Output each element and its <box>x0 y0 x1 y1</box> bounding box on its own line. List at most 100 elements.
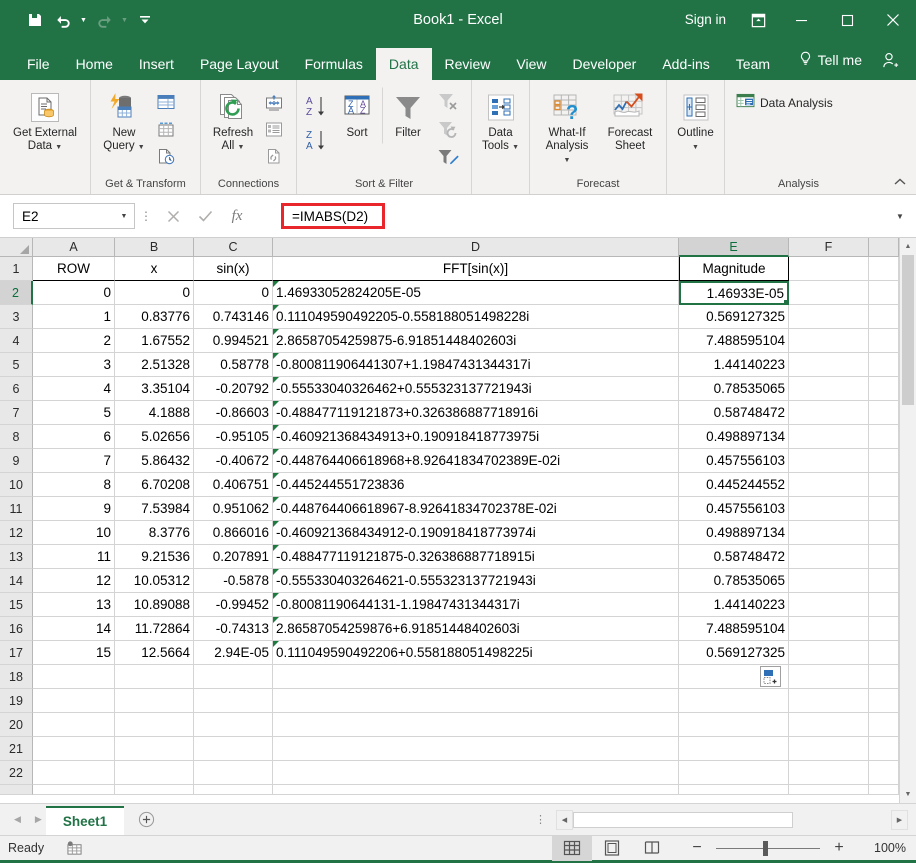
cell-C17[interactable]: 2.94E-05 <box>194 641 273 665</box>
collapse-ribbon-icon[interactable] <box>890 173 910 191</box>
redo-icon[interactable] <box>91 7 117 33</box>
cell-E19[interactable] <box>679 689 789 713</box>
sort-descending-icon[interactable]: ZA <box>302 125 332 155</box>
cell-D17[interactable]: 0.111049590492206+0.558188051498225i <box>273 641 679 665</box>
cell-A4[interactable]: 2 <box>33 329 115 353</box>
cell-A14[interactable]: 12 <box>33 569 115 593</box>
row-header-19[interactable]: 19 <box>0 689 33 713</box>
sort-button[interactable]: Z A A Z Sort <box>332 87 382 144</box>
row-header-4[interactable]: 4 <box>0 329 33 353</box>
cell-A17[interactable]: 15 <box>33 641 115 665</box>
sheet-tab-sheet1[interactable]: Sheet1 <box>45 806 125 835</box>
cell-B10[interactable]: 6.70208 <box>115 473 194 497</box>
sort-ascending-icon[interactable]: AZ <box>302 91 332 121</box>
ribbon-display-options-icon[interactable] <box>738 0 778 40</box>
cell-G12[interactable] <box>869 521 899 545</box>
show-queries-icon[interactable] <box>152 89 180 115</box>
forecast-sheet-button[interactable]: Forecast Sheet <box>599 87 661 157</box>
cell-D8[interactable]: -0.460921368434913+0.190918418773975i <box>273 425 679 449</box>
cell-C22[interactable] <box>194 761 273 785</box>
from-table-icon[interactable] <box>152 116 180 142</box>
zoom-in-button[interactable]: + <box>826 836 852 861</box>
cell-C3[interactable]: 0.743146 <box>194 305 273 329</box>
cell-D13[interactable]: -0.488477119121875-0.326386887718915i <box>273 545 679 569</box>
cell-F22[interactable] <box>789 761 869 785</box>
page-break-preview-button[interactable] <box>632 836 672 861</box>
cell-E22[interactable] <box>679 761 789 785</box>
cell-F21[interactable] <box>789 737 869 761</box>
row-header-16[interactable]: 16 <box>0 617 33 641</box>
row-header-20[interactable]: 20 <box>0 713 33 737</box>
what-if-analysis-button[interactable]: ? What-If Analysis ▼ <box>535 87 599 171</box>
cell-A7[interactable]: 5 <box>33 401 115 425</box>
cell-E4[interactable]: 7.488595104 <box>679 329 789 353</box>
cell-D15[interactable]: -0.80081190644131-1.19847431344317i <box>273 593 679 617</box>
cell-F20[interactable] <box>789 713 869 737</box>
cancel-icon[interactable] <box>157 202 189 230</box>
zoom-slider-thumb[interactable] <box>763 840 768 856</box>
cell-B5[interactable]: 2.51328 <box>115 353 194 377</box>
cell-E3[interactable]: 0.569127325 <box>679 305 789 329</box>
column-header-B[interactable]: B <box>115 238 194 257</box>
cell-A18[interactable] <box>33 665 115 689</box>
cell-E20[interactable] <box>679 713 789 737</box>
zoom-slider[interactable] <box>710 836 826 861</box>
cell-B2[interactable]: 0 <box>115 281 194 305</box>
data-tools-button[interactable]: Data Tools ▼ <box>475 87 527 158</box>
cell-A10[interactable]: 8 <box>33 473 115 497</box>
cell-G22[interactable] <box>869 761 899 785</box>
normal-view-button[interactable] <box>552 835 592 861</box>
cell-F4[interactable] <box>789 329 869 353</box>
cell-G9[interactable] <box>869 449 899 473</box>
cell-F17[interactable] <box>789 641 869 665</box>
filter-button[interactable]: Filter <box>382 87 434 144</box>
scroll-down-icon[interactable]: ▼ <box>900 786 916 803</box>
tab-file[interactable]: File <box>14 48 63 80</box>
cell-G11[interactable] <box>869 497 899 521</box>
undo-icon[interactable] <box>50 7 76 33</box>
undo-dropdown-icon[interactable]: ▼ <box>78 7 89 33</box>
scroll-up-icon[interactable]: ▲ <box>900 238 916 255</box>
cell-C9[interactable]: -0.40672 <box>194 449 273 473</box>
cell-D9[interactable]: -0.448764406618968+8.92641834702389E-02i <box>273 449 679 473</box>
cell-C7[interactable]: -0.86603 <box>194 401 273 425</box>
cell-A5[interactable]: 3 <box>33 353 115 377</box>
cell-C18[interactable] <box>194 665 273 689</box>
cell-E17[interactable]: 0.569127325 <box>679 641 789 665</box>
cell-C20[interactable] <box>194 713 273 737</box>
column-header-G[interactable] <box>869 238 899 257</box>
vertical-scrollbar[interactable]: ▲ ▼ <box>899 238 916 803</box>
cell-E15[interactable]: 1.44140223 <box>679 593 789 617</box>
zoom-level-label[interactable]: 100% <box>852 841 906 855</box>
tab-home[interactable]: Home <box>63 48 126 80</box>
cell-F16[interactable] <box>789 617 869 641</box>
tab-insert[interactable]: Insert <box>126 48 187 80</box>
cell-D3[interactable]: 0.111049590492205-0.558188051498228i <box>273 305 679 329</box>
cell-E10[interactable]: 0.445244552 <box>679 473 789 497</box>
cell-B4[interactable]: 1.67552 <box>115 329 194 353</box>
row-header-13[interactable]: 13 <box>0 545 33 569</box>
tab-formulas[interactable]: Formulas <box>292 48 376 80</box>
row-header-10[interactable]: 10 <box>0 473 33 497</box>
refresh-all-button[interactable]: Refresh All ▼ <box>206 87 260 158</box>
maximize-icon[interactable] <box>824 0 870 40</box>
cell-A22[interactable] <box>33 761 115 785</box>
new-query-button[interactable]: New Query ▼ <box>96 87 152 158</box>
cell-A13[interactable]: 11 <box>33 545 115 569</box>
cell-B18[interactable] <box>115 665 194 689</box>
cell-G6[interactable] <box>869 377 899 401</box>
cell-G14[interactable] <box>869 569 899 593</box>
row-header-22[interactable]: 22 <box>0 761 33 785</box>
row-header-6[interactable]: 6 <box>0 377 33 401</box>
cell-G21[interactable] <box>869 737 899 761</box>
cell-E11[interactable]: 0.457556103 <box>679 497 789 521</box>
tab-data[interactable]: Data <box>375 48 432 80</box>
cell-E6[interactable]: 0.78535065 <box>679 377 789 401</box>
enter-icon[interactable] <box>189 202 221 230</box>
cell-F1[interactable] <box>789 257 869 281</box>
cell-A15[interactable]: 13 <box>33 593 115 617</box>
cell-B8[interactable]: 5.02656 <box>115 425 194 449</box>
row-header-21[interactable]: 21 <box>0 737 33 761</box>
cell-G17[interactable] <box>869 641 899 665</box>
cell-G15[interactable] <box>869 593 899 617</box>
